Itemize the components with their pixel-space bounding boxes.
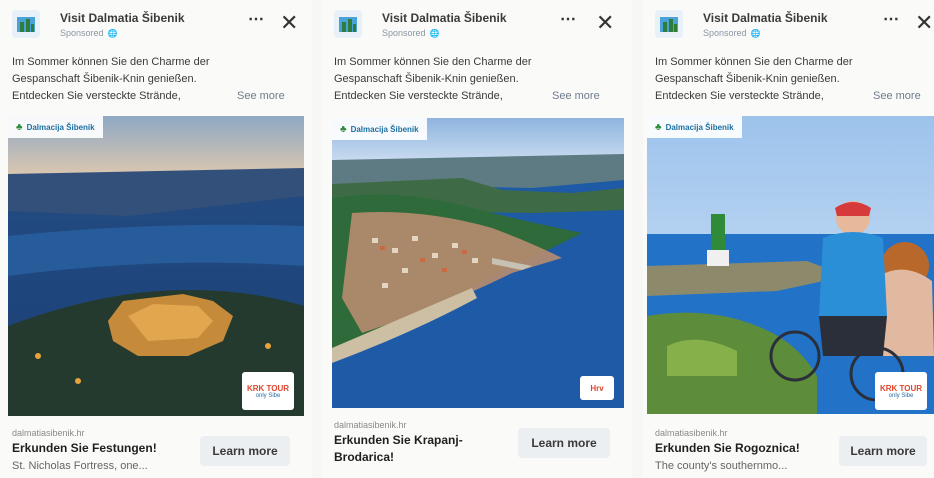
ad-body-text: Im Sommer können Sie den Charme der Gesp… <box>655 54 924 105</box>
ad-header: Visit Dalmatia Šibenik Sponsored 🌐 ⋯ ✕ <box>322 6 632 46</box>
link-domain: dalmatiasibenik.hr <box>12 428 85 438</box>
globe-icon: 🌐 <box>107 29 118 38</box>
partner-badge: KRK TOUR only Sibe <box>242 372 294 410</box>
fortress-photo <box>8 116 304 416</box>
more-options-button[interactable]: ⋯ <box>883 12 900 28</box>
brand-tag: ♣ Dalmacija Šibenik <box>647 116 742 138</box>
close-icon[interactable]: ✕ <box>596 12 614 34</box>
page-logo-icon[interactable] <box>334 10 362 38</box>
brand-leaf-icon: ♣ <box>655 121 662 133</box>
see-more-link[interactable]: See more <box>873 88 921 105</box>
link-description: The county's southernmo... <box>655 460 788 472</box>
ad-header: Visit Dalmatia Šibenik Sponsored 🌐 ⋯ ✕ <box>643 6 934 46</box>
partner-badge: KRK TOUR only Sibe <box>875 372 927 410</box>
globe-icon: 🌐 <box>429 29 440 38</box>
ad-image[interactable]: ♣ Dalmacija Šibenik Hrv <box>332 118 624 408</box>
link-headline[interactable]: Erkunden Sie Festungen! <box>12 440 157 457</box>
sponsored-label: Sponsored 🌐 <box>703 28 761 38</box>
ad-body-text: Im Sommer können Sie den Charme der Gesp… <box>12 54 302 105</box>
link-domain: dalmatiasibenik.hr <box>655 428 728 438</box>
ad-card-1: Visit Dalmatia Šibenik Sponsored 🌐 ⋯ ✕ Im… <box>0 0 312 478</box>
page-logo-icon[interactable] <box>655 10 683 38</box>
brand-tag: ♣ Dalmacija Šibenik <box>332 118 427 140</box>
ad-image[interactable]: ♣ Dalmacija Šibenik KRK TOUR only Sibe <box>647 116 934 414</box>
globe-icon: 🌐 <box>750 29 761 38</box>
learn-more-button[interactable]: Learn more <box>839 436 927 466</box>
page-name[interactable]: Visit Dalmatia Šibenik <box>60 11 185 25</box>
page-logo-icon[interactable] <box>12 10 40 38</box>
learn-more-button[interactable]: Learn more <box>200 436 290 466</box>
ad-card-2: Visit Dalmatia Šibenik Sponsored 🌐 ⋯ ✕ Im… <box>322 0 632 478</box>
ad-header: Visit Dalmatia Šibenik Sponsored 🌐 ⋯ ✕ <box>0 6 312 46</box>
page-name[interactable]: Visit Dalmatia Šibenik <box>382 11 507 25</box>
page-name[interactable]: Visit Dalmatia Šibenik <box>703 11 828 25</box>
partner-badge: Hrv <box>580 376 614 400</box>
sponsored-label: Sponsored 🌐 <box>60 28 118 38</box>
close-icon[interactable]: ✕ <box>915 12 933 34</box>
see-more-link[interactable]: See more <box>552 88 600 105</box>
ad-image[interactable]: ♣ Dalmacija Šibenik KRK TOUR only Sibe <box>8 116 304 416</box>
see-more-link[interactable]: See more <box>237 88 285 105</box>
link-headline[interactable]: Erkunden Sie Krapanj-Brodarica! <box>334 432 484 466</box>
more-options-button[interactable]: ⋯ <box>248 12 265 28</box>
ad-body-text: Im Sommer können Sie den Charme der Gesp… <box>334 54 622 105</box>
link-domain: dalmatiasibenik.hr <box>334 420 407 430</box>
sponsored-label: Sponsored 🌐 <box>382 28 440 38</box>
link-description: St. Nicholas Fortress, one... <box>12 460 148 472</box>
brand-leaf-icon: ♣ <box>16 121 23 133</box>
brand-tag: ♣ Dalmacija Šibenik <box>8 116 103 138</box>
close-icon[interactable]: ✕ <box>280 12 298 34</box>
brand-leaf-icon: ♣ <box>340 123 347 135</box>
link-headline[interactable]: Erkunden Sie Rogoznica! <box>655 440 800 457</box>
ad-card-3: Visit Dalmatia Šibenik Sponsored 🌐 ⋯ ✕ Im… <box>643 0 934 478</box>
coastal-village-photo <box>332 118 624 408</box>
cyclists-coast-photo <box>647 116 934 414</box>
more-options-button[interactable]: ⋯ <box>560 12 577 28</box>
learn-more-button[interactable]: Learn more <box>518 428 610 458</box>
